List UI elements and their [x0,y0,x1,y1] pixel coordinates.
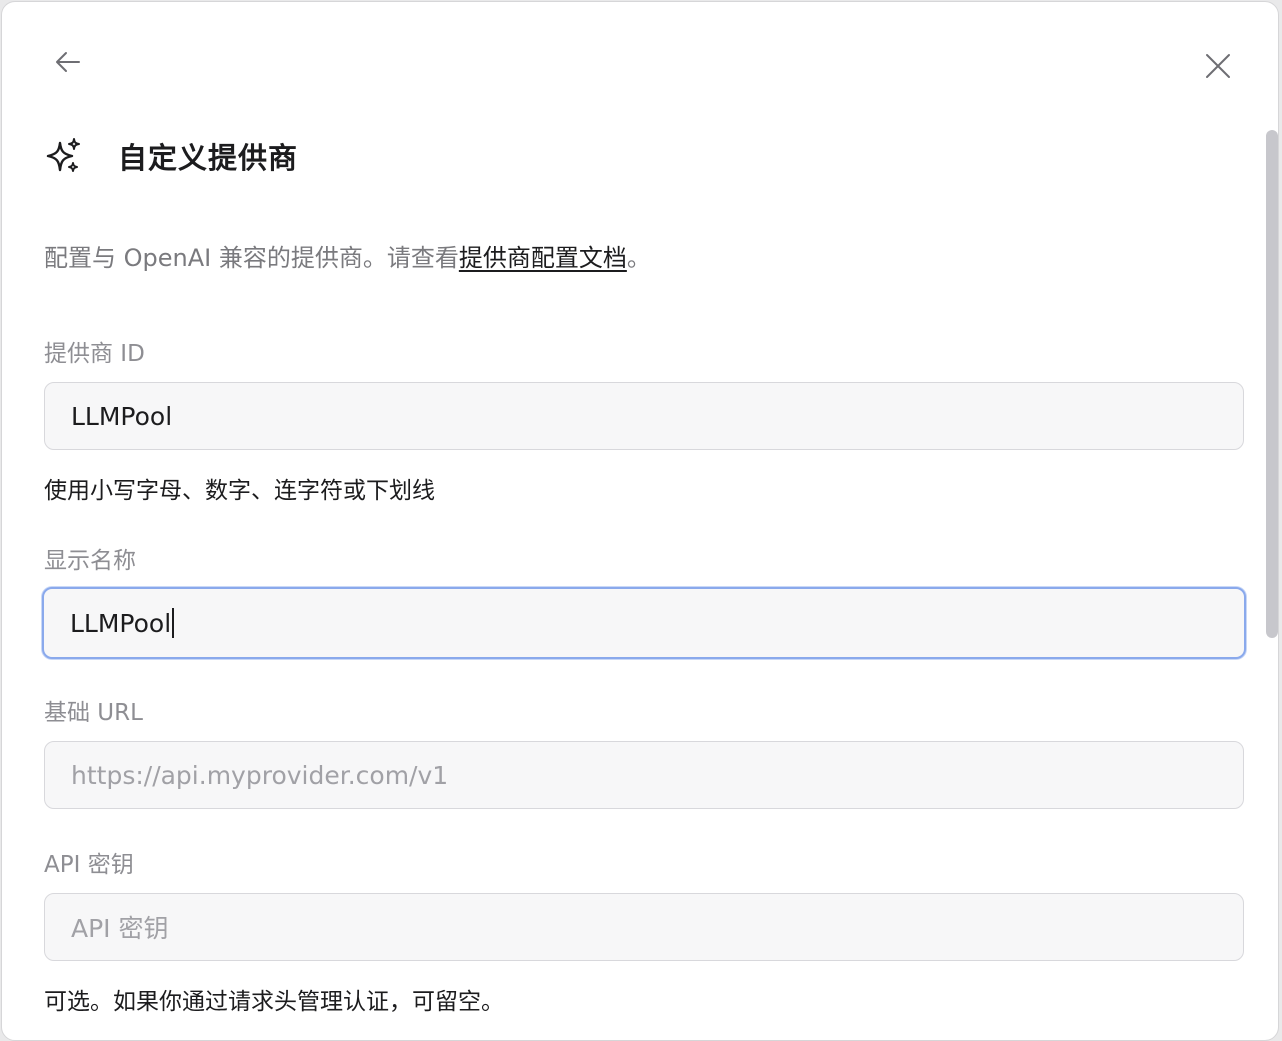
description-text: 配置与 OpenAI 兼容的提供商。请查看 [44,244,459,272]
base-url-input[interactable]: https://api.myprovider.com/v1 [44,741,1244,809]
close-button[interactable] [1198,46,1238,86]
provider-id-input[interactable]: LLMPool [44,382,1244,450]
sparkles-icon [44,137,82,175]
dialog-title: 自定义提供商 [118,141,299,175]
display-name-input[interactable]: LLMPool [42,587,1246,659]
description-suffix: 。 [626,244,651,272]
arrow-left-icon [56,52,80,72]
api-key-label: API 密钥 [44,852,134,878]
scrollbar-thumb[interactable] [1266,130,1278,638]
base-url-label: 基础 URL [44,700,143,726]
display-name-value: LLMPool [70,608,172,638]
base-url-placeholder: https://api.myprovider.com/v1 [71,760,449,790]
text-caret [172,608,175,638]
dialog-description: 配置与 OpenAI 兼容的提供商。请查看提供商配置文档。 [44,238,651,273]
custom-provider-dialog: 自定义提供商 配置与 OpenAI 兼容的提供商。请查看提供商配置文档。 提供商… [1,1,1279,1041]
display-name-label: 显示名称 [44,548,136,574]
api-key-hint: 可选。如果你通过请求头管理认证，可留空。 [44,989,504,1015]
api-key-input[interactable]: API 密钥 [44,893,1244,961]
provider-id-hint: 使用小写字母、数字、连字符或下划线 [44,478,435,504]
back-button[interactable] [48,42,88,82]
dialog-header: 自定义提供商 [44,134,298,178]
api-key-placeholder: API 密钥 [71,914,169,943]
provider-id-value: LLMPool [71,401,173,431]
close-icon [1206,54,1230,78]
provider-id-label: 提供商 ID [44,341,145,367]
provider-docs-link[interactable]: 提供商配置文档 [459,244,627,272]
